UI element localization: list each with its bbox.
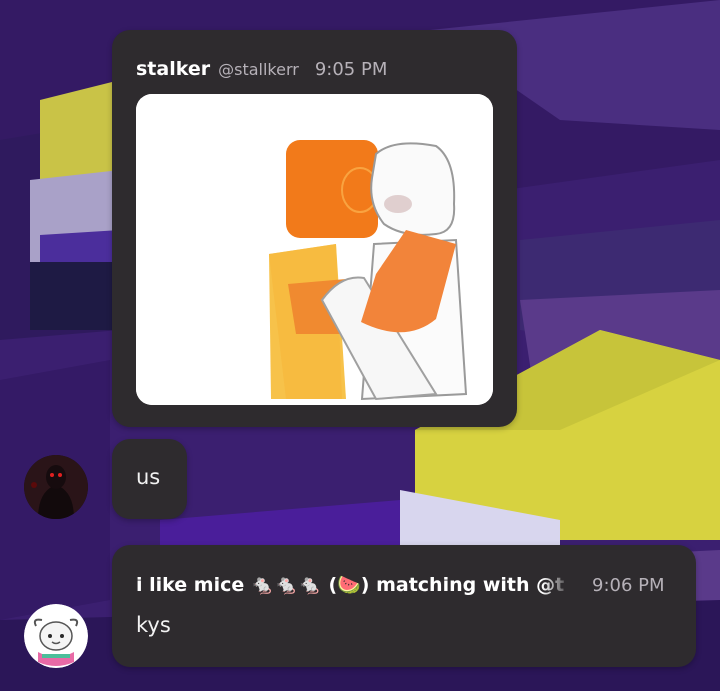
display-name[interactable]: stalker	[136, 58, 210, 80]
avatar-white-goat[interactable]	[24, 604, 88, 668]
message-stalker[interactable]: stalker @stallkerr 9:05 PM	[112, 30, 517, 427]
message-kys[interactable]: i like mice 🐁🐁🐁 (🍉) matching with @t 9:0…	[112, 545, 696, 667]
message-header: stalker @stallkerr 9:05 PM	[136, 58, 387, 80]
display-name[interactable]: i like mice 🐁🐁🐁 (🍉) matching with @t	[136, 574, 564, 596]
timestamp: 9:05 PM	[314, 59, 388, 80]
timestamp: 9:06 PM	[592, 575, 665, 596]
message-text: kys	[136, 613, 171, 637]
message-header: i like mice 🐁🐁🐁 (🍉) matching with @t	[136, 573, 576, 601]
image-attachment[interactable]	[136, 94, 493, 405]
message-text: us	[136, 465, 161, 489]
avatar-dark-figure[interactable]	[24, 455, 88, 519]
message-us[interactable]: us	[112, 439, 187, 519]
name-fade	[542, 573, 576, 601]
username-handle[interactable]: @stallkerr	[218, 60, 299, 79]
